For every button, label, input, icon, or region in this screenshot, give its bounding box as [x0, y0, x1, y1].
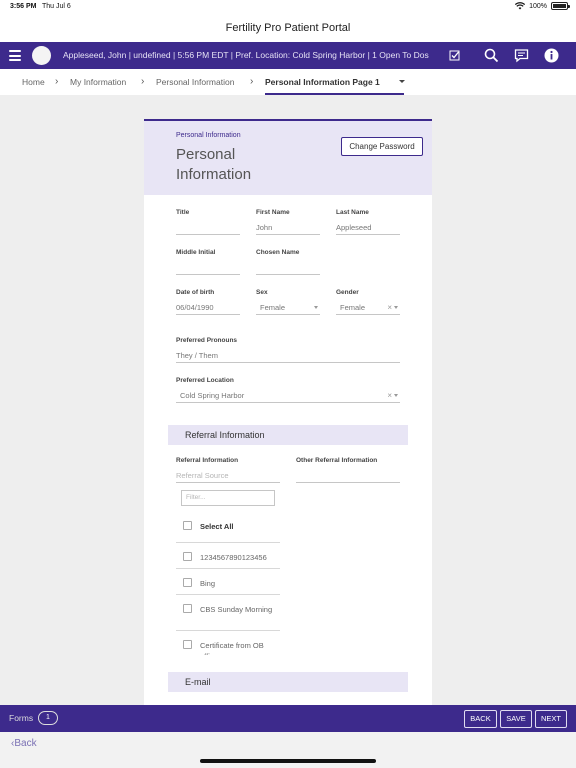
breadcrumb: Home › My Information › Personal Informa… [0, 69, 576, 95]
wifi-icon [515, 2, 526, 10]
email-section-title: E-mail [185, 677, 211, 687]
status-right: 100% [515, 2, 570, 10]
last-name-label: Last Name [336, 209, 369, 216]
location-label: Preferred Location [176, 377, 234, 384]
back-link[interactable]: ‹Back [11, 738, 37, 749]
forms-label[interactable]: Forms [9, 705, 33, 732]
clear-icon[interactable]: × [387, 389, 392, 403]
middle-initial-label: Middle Initial [176, 249, 216, 256]
pronouns-label: Preferred Pronouns [176, 337, 238, 344]
hamburger-menu-icon[interactable] [9, 50, 21, 61]
card-header: Personal Information Personal Informatio… [144, 121, 432, 195]
chevron-right-icon: › [141, 76, 145, 87]
battery-icon [551, 2, 570, 10]
save-button[interactable]: SAVE [500, 710, 532, 728]
top-navbar: Appleseed, John | undefined | 5:56 PM ED… [0, 42, 576, 69]
avatar[interactable] [32, 46, 51, 65]
page-title: Personal Information [176, 146, 252, 183]
back-button[interactable]: BACK [464, 710, 497, 728]
pronouns-input[interactable]: They / Them [176, 349, 400, 363]
gender-select[interactable]: Female × [336, 301, 400, 315]
referral-option[interactable]: CBS Sunday Morning [176, 595, 280, 631]
title-input[interactable] [176, 221, 240, 235]
dob-label: Date of birth [176, 289, 215, 296]
patient-info-text: Appleseed, John | undefined | 5:56 PM ED… [63, 50, 429, 60]
other-referral-label: Other Referral Information [296, 457, 378, 464]
gender-value: Female [340, 303, 366, 312]
chevron-down-icon[interactable] [399, 80, 405, 83]
referral-option[interactable]: Bing [176, 569, 280, 595]
referral-option[interactable]: Certificate from OB office [176, 631, 280, 655]
battery-percent: 100% [529, 2, 547, 10]
chevron-down-icon [314, 306, 318, 309]
checkbox[interactable] [183, 578, 192, 587]
chevron-down-icon [394, 306, 398, 309]
section-label: Personal Information [176, 132, 241, 139]
referral-option[interactable]: 1234567890123456 [176, 543, 280, 569]
personal-info-card: Personal Information Personal Informatio… [144, 119, 432, 705]
checkbox[interactable] [183, 552, 192, 561]
other-referral-input[interactable] [296, 469, 400, 483]
gender-label: Gender [336, 289, 359, 296]
checkbox[interactable] [183, 521, 192, 530]
home-indicator[interactable] [200, 759, 376, 763]
status-bar: 3:56 PM Thu Jul 6 100% [0, 0, 576, 14]
sex-label: Sex [256, 289, 268, 296]
clear-icon[interactable]: × [387, 301, 392, 315]
select-all-label: Select All [200, 522, 234, 531]
search-icon[interactable] [484, 48, 499, 63]
referral-option-label: Bing [200, 579, 216, 588]
forms-count-badge[interactable]: 1 [38, 711, 58, 725]
referral-source-placeholder: Referral Source [176, 471, 229, 480]
checkbox[interactable] [183, 604, 192, 613]
location-value: Cold Spring Harbor [180, 391, 245, 400]
breadcrumb-home[interactable]: Home [22, 69, 45, 95]
chevron-right-icon: › [55, 76, 59, 87]
next-button[interactable]: NEXT [535, 710, 567, 728]
referral-option-label: CBS Sunday Morning [200, 605, 273, 614]
first-name-input[interactable]: John [256, 221, 320, 235]
bottom-action-bar: Forms 1 BACK SAVE NEXT [0, 705, 576, 732]
info-icon[interactable] [544, 48, 559, 63]
app-titlebar: Fertility Pro Patient Portal [0, 14, 576, 42]
referral-label: Referral Information [176, 457, 239, 464]
chosen-name-input[interactable] [256, 261, 320, 275]
referral-section-title: Referral Information [185, 430, 265, 440]
sex-value: Female [260, 303, 286, 312]
first-name-label: First Name [256, 209, 290, 216]
sex-select[interactable]: Female [256, 301, 320, 315]
referral-option-label: 1234567890123456 [200, 553, 267, 562]
breadcrumb-current-page[interactable]: Personal Information Page 1 [265, 69, 404, 95]
referral-filter-input[interactable]: Filter... [181, 490, 275, 506]
email-section-header: E-mail [168, 672, 408, 692]
chevron-down-icon [394, 394, 398, 397]
middle-initial-input[interactable] [176, 261, 240, 275]
messages-icon[interactable] [514, 48, 529, 63]
chosen-name-label: Chosen Name [256, 249, 300, 256]
breadcrumb-my-information[interactable]: My Information [70, 69, 126, 95]
checkbox[interactable] [183, 640, 192, 649]
todo-check-icon[interactable] [449, 50, 460, 61]
select-all-option[interactable]: Select All [176, 512, 280, 543]
status-time: 3:56 PM [10, 3, 37, 10]
last-name-input[interactable]: Appleseed [336, 221, 400, 235]
referral-options-list: Select All 1234567890123456 Bing CBS Sun… [176, 512, 280, 655]
referral-source-input[interactable]: Referral Source [176, 469, 280, 483]
app-title: Fertility Pro Patient Portal [225, 22, 351, 34]
location-select[interactable]: Cold Spring Harbor × [176, 389, 400, 403]
breadcrumb-personal-information[interactable]: Personal Information [156, 69, 234, 95]
referral-option-label: Certificate from OB office [200, 641, 264, 655]
change-password-button[interactable]: Change Password [341, 137, 423, 156]
status-date: Thu Jul 6 [42, 3, 71, 10]
dob-input[interactable]: 06/04/1990 [176, 301, 240, 315]
referral-section-header: Referral Information [168, 425, 408, 445]
title-label: Title [176, 209, 190, 216]
back-link-label: Back [14, 738, 37, 749]
chevron-right-icon: › [250, 76, 254, 87]
